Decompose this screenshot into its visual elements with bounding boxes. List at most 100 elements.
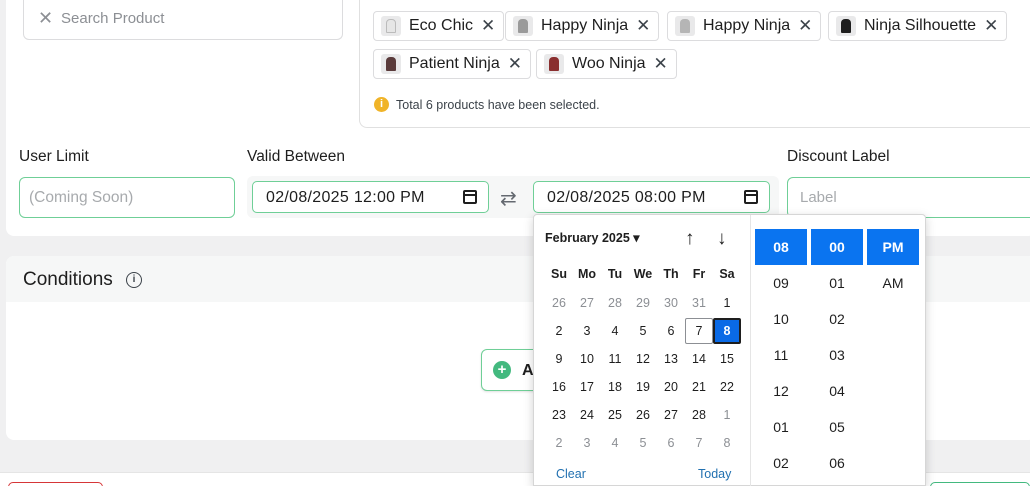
calendar-day[interactable]: 22 <box>713 374 741 400</box>
remove-icon[interactable]: ✕ <box>984 17 998 34</box>
calendar-day[interactable]: 1 <box>713 290 741 316</box>
calendar-day[interactable]: 27 <box>657 402 685 428</box>
calendar-day[interactable]: 18 <box>601 374 629 400</box>
remove-icon[interactable]: ✕ <box>798 17 812 34</box>
calendar-day[interactable]: 12 <box>629 346 657 372</box>
calendar-day[interactable]: 19 <box>629 374 657 400</box>
calendar-day[interactable]: 10 <box>573 346 601 372</box>
minute-option[interactable]: 04 <box>811 373 863 409</box>
calendar-day[interactable]: 15 <box>713 346 741 372</box>
calendar-day[interactable]: 5 <box>629 430 657 456</box>
search-product-input[interactable]: ✕ Search Product <box>23 0 343 40</box>
info-icon[interactable]: i <box>126 272 142 288</box>
weekday-label: Th <box>663 267 679 281</box>
calendar-day-today[interactable]: 7 <box>685 318 713 344</box>
calendar-day[interactable]: 29 <box>629 290 657 316</box>
today-link[interactable]: Today <box>698 467 731 481</box>
hour-option[interactable]: 11 <box>755 337 807 373</box>
remove-icon[interactable]: ✕ <box>481 17 495 34</box>
calendar-day[interactable]: 27 <box>573 290 601 316</box>
calendar-day[interactable]: 17 <box>573 374 601 400</box>
search-placeholder: Search Product <box>61 10 165 27</box>
meridiem-option[interactable]: AM <box>867 265 919 301</box>
calendar-day[interactable]: 16 <box>545 374 573 400</box>
product-thumbnail <box>381 16 401 36</box>
calendar-day[interactable]: 23 <box>545 402 573 428</box>
user-limit-placeholder: (Coming Soon) <box>29 189 134 206</box>
calendar-day[interactable]: 25 <box>601 402 629 428</box>
selection-note-text: Total 6 products have been selected. <box>396 97 600 112</box>
clear-link[interactable]: Clear <box>556 467 586 481</box>
month-label: February 2025 <box>545 231 630 245</box>
calendar-day[interactable]: 31 <box>685 290 713 316</box>
product-chip-label: Patient Ninja <box>409 55 500 72</box>
hour-option[interactable]: 02 <box>755 445 807 481</box>
user-limit-label: User Limit <box>19 148 89 165</box>
hour-option[interactable]: 09 <box>755 265 807 301</box>
add-condition-button[interactable]: + A <box>481 349 541 391</box>
discount-label-input[interactable]: Label <box>787 177 1030 218</box>
calendar-day[interactable]: 1 <box>713 402 741 428</box>
weekday-label: Fr <box>692 267 706 281</box>
calendar-day[interactable]: 6 <box>657 318 685 344</box>
product-chip-label: Happy Ninja <box>703 17 791 34</box>
minute-option[interactable]: 05 <box>811 409 863 445</box>
caret-down-icon: ▾ <box>633 231 640 245</box>
calendar-day[interactable]: 13 <box>657 346 685 372</box>
product-chip: Happy Ninja ✕ <box>505 11 660 41</box>
calendar-day[interactable]: 2 <box>545 430 573 456</box>
calendar-day-selected[interactable]: 8 <box>713 318 741 344</box>
product-chip: Ninja Silhouette ✕ <box>828 11 1008 41</box>
month-selector[interactable]: February 2025 ▾ <box>545 230 640 245</box>
remove-icon[interactable]: ✕ <box>654 55 668 72</box>
calendar-day[interactable]: 21 <box>685 374 713 400</box>
calendar-day[interactable]: 20 <box>657 374 685 400</box>
product-thumbnail <box>513 16 533 36</box>
calendar-day[interactable]: 28 <box>601 290 629 316</box>
calendar-day[interactable]: 14 <box>685 346 713 372</box>
meridiem-option-selected[interactable]: PM <box>867 229 919 265</box>
calendar-day[interactable]: 8 <box>713 430 741 456</box>
calendar-icon[interactable] <box>744 190 758 204</box>
end-datetime-input[interactable]: 02/08/2025 08:00 PM <box>533 181 770 213</box>
minute-option[interactable]: 01 <box>811 265 863 301</box>
arrow-down-icon[interactable]: ↓ <box>717 229 727 249</box>
remove-icon[interactable]: ✕ <box>636 17 650 34</box>
product-chip-label: Eco Chic <box>409 17 474 34</box>
hour-option[interactable]: 10 <box>755 301 807 337</box>
calendar-day[interactable]: 11 <box>601 346 629 372</box>
minute-option[interactable]: 03 <box>811 337 863 373</box>
calendar-day[interactable]: 24 <box>573 402 601 428</box>
discount-label-placeholder: Label <box>800 189 837 206</box>
calendar-day[interactable]: 4 <box>601 318 629 344</box>
calendar-day[interactable]: 30 <box>657 290 685 316</box>
calendar-day[interactable]: 6 <box>657 430 685 456</box>
weekday-label: We <box>633 267 653 281</box>
footer-cancel-button[interactable] <box>8 482 103 486</box>
calendar-day[interactable]: 26 <box>629 402 657 428</box>
calendar-icon[interactable] <box>463 190 477 204</box>
calendar-day[interactable]: 2 <box>545 318 573 344</box>
calendar-day[interactable]: 5 <box>629 318 657 344</box>
minute-option-selected[interactable]: 00 <box>811 229 863 265</box>
discount-label-label: Discount Label <box>787 148 890 165</box>
hour-option[interactable]: 12 <box>755 373 807 409</box>
user-limit-input[interactable]: (Coming Soon) <box>19 177 235 218</box>
hour-option-selected[interactable]: 08 <box>755 229 807 265</box>
hour-option[interactable]: 01 <box>755 409 807 445</box>
minute-option[interactable]: 02 <box>811 301 863 337</box>
calendar-day[interactable]: 9 <box>545 346 573 372</box>
clear-icon[interactable]: ✕ <box>38 8 53 28</box>
start-datetime-input[interactable]: 02/08/2025 12:00 PM <box>252 181 489 213</box>
calendar-day[interactable]: 3 <box>573 318 601 344</box>
footer-save-button[interactable] <box>930 482 1030 486</box>
calendar-day[interactable]: 4 <box>601 430 629 456</box>
weekday-label: Tu <box>607 267 623 281</box>
calendar-day[interactable]: 7 <box>685 430 713 456</box>
minute-option[interactable]: 06 <box>811 445 863 481</box>
calendar-day[interactable]: 28 <box>685 402 713 428</box>
calendar-day[interactable]: 26 <box>545 290 573 316</box>
remove-icon[interactable]: ✕ <box>508 55 522 72</box>
calendar-day[interactable]: 3 <box>573 430 601 456</box>
arrow-up-icon[interactable]: ↑ <box>685 229 695 249</box>
